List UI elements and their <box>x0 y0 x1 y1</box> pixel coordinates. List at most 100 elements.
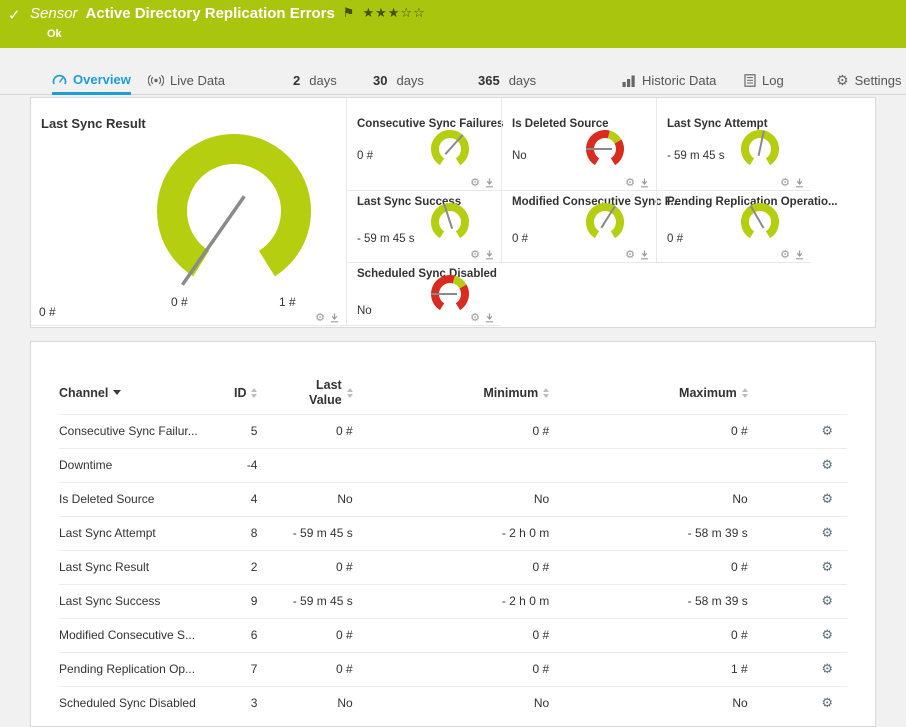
pin-icon[interactable] <box>640 250 649 260</box>
column-header-id[interactable]: ID <box>209 372 258 414</box>
gauge-cell-is-deleted-source[interactable]: Is Deleted Source No ⚙ <box>501 98 656 191</box>
table-row[interactable]: Pending Replication Op... 7 0 # 0 # 1 # … <box>59 651 847 686</box>
main-gauge-max-label: 1 # <box>279 295 296 309</box>
pin-icon[interactable] <box>795 250 804 260</box>
gear-icon[interactable]: ⚙ <box>470 249 480 260</box>
column-header-minimum[interactable]: Minimum <box>353 372 550 414</box>
cell-channel: Is Deleted Source <box>59 481 210 516</box>
cell-minimum: - 2 h 0 m <box>352 515 550 550</box>
column-header-last-value[interactable]: Last Value <box>257 372 353 414</box>
channel-settings-icon[interactable]: ⚙ <box>821 526 833 541</box>
column-header-maximum[interactable]: Maximum <box>549 372 748 414</box>
table-row[interactable]: Downtime -4 ⚙ <box>59 447 847 482</box>
pin-icon[interactable] <box>330 313 339 323</box>
channel-settings-icon[interactable]: ⚙ <box>821 662 833 677</box>
tab-live-data-label: Live Data <box>170 73 225 88</box>
tab-log[interactable]: Log <box>744 66 784 95</box>
priority-stars[interactable]: ★★★☆☆ <box>362 6 425 21</box>
cell-id: 4 <box>209 481 258 516</box>
gauge-cell-last-sync-success[interactable]: Last Sync Success - 59 m 45 s ⚙ <box>346 191 501 263</box>
gauge-cell-last-sync-result[interactable]: Last Sync Result 0 # 0 # 1 # ⚙ <box>31 98 346 326</box>
table-row[interactable]: Last Sync Success 9 - 59 m 45 s - 2 h 0 … <box>59 583 847 618</box>
pin-icon[interactable] <box>485 178 494 188</box>
gear-icon[interactable]: ⚙ <box>780 249 790 260</box>
gear-icon[interactable]: ⚙ <box>470 312 480 323</box>
gauge-cell-scheduled-sync-disabled[interactable]: Scheduled Sync Disabled No ⚙ <box>346 263 501 326</box>
sort-icon <box>251 387 258 398</box>
channel-settings-icon[interactable]: ⚙ <box>821 492 833 507</box>
cell-id: 8 <box>209 515 258 550</box>
flag-icon[interactable]: ⚑ <box>343 6 355 21</box>
column-header-channel[interactable]: Channel <box>59 372 209 414</box>
cell-id: 3 <box>209 685 258 720</box>
is-deleted-source-gauge <box>586 130 624 166</box>
tab-2-days[interactable]: 2 days <box>293 66 337 95</box>
tab-30-days[interactable]: 30 days <box>373 66 424 95</box>
tab-live-data[interactable]: Live Data <box>148 66 225 95</box>
channel-settings-icon[interactable]: ⚙ <box>821 424 833 439</box>
pin-icon[interactable] <box>795 178 804 188</box>
gauge-value: 0 # <box>512 233 528 245</box>
gear-icon[interactable]: ⚙ <box>625 177 635 188</box>
column-header-maximum-label: Maximum <box>679 385 737 400</box>
gauge-value: - 59 m 45 s <box>667 150 725 162</box>
tab-historic-data[interactable]: Historic Data <box>622 66 716 95</box>
table-row[interactable]: Is Deleted Source 4 No No No ⚙ <box>59 481 847 516</box>
table-row[interactable]: Modified Consecutive S... 6 0 # 0 # 0 # … <box>59 617 847 652</box>
tab-overview-label: Overview <box>73 71 131 87</box>
channel-settings-icon[interactable]: ⚙ <box>821 594 833 609</box>
scheduled-sync-disabled-gauge <box>431 275 469 311</box>
cell-last-value: 0 # <box>257 549 353 584</box>
cell-last-value: No <box>257 481 353 516</box>
tab-settings-label: Settings <box>854 73 902 88</box>
gear-icon[interactable]: ⚙ <box>315 312 325 323</box>
gear-icon[interactable]: ⚙ <box>780 177 790 188</box>
sensor-title: Active Directory Replication Errors <box>85 5 335 22</box>
cell-last-value: 0 # <box>257 413 353 448</box>
gauge-value: No <box>357 305 372 317</box>
overview-gauge-icon <box>52 74 67 84</box>
last-sync-success-gauge <box>431 203 469 239</box>
cell-channel: Downtime <box>59 447 210 482</box>
table-row[interactable]: Scheduled Sync Disabled 3 No No No ⚙ <box>59 685 847 720</box>
pin-icon[interactable] <box>485 250 494 260</box>
cell-maximum: - 58 m 39 s <box>549 583 748 618</box>
gauge-cell-last-sync-attempt[interactable]: Last Sync Attempt - 59 m 45 s ⚙ <box>656 98 811 191</box>
column-header-minimum-label: Minimum <box>483 385 539 400</box>
channel-settings-icon[interactable]: ⚙ <box>821 458 833 473</box>
pin-icon[interactable] <box>485 313 494 323</box>
cell-last-value: 0 # <box>257 617 353 652</box>
channel-settings-icon[interactable]: ⚙ <box>821 560 833 575</box>
cell-maximum: - 58 m 39 s <box>549 515 748 550</box>
table-row[interactable]: Last Sync Result 2 0 # 0 # 0 # ⚙ <box>59 549 847 584</box>
table-row[interactable]: Last Sync Attempt 8 - 59 m 45 s - 2 h 0 … <box>59 515 847 550</box>
pin-icon[interactable] <box>640 178 649 188</box>
cell-last-value: - 59 m 45 s <box>257 515 353 550</box>
gauge-cell-pending-replication-operations[interactable]: Pending Replication Operatio... 0 # ⚙ <box>656 191 838 263</box>
tab-365-days[interactable]: 365 days <box>478 66 536 95</box>
consecutive-sync-failures-gauge <box>431 130 469 166</box>
tab-2-days-number: 2 <box>293 73 301 88</box>
cell-minimum: 0 # <box>352 617 550 652</box>
cell-minimum: 0 # <box>352 651 550 686</box>
gauge-cell-modified-consecutive-sync-failures[interactable]: Modified Consecutive Sync F... 0 # ⚙ <box>501 191 680 263</box>
cell-minimum: No <box>352 481 550 516</box>
tab-settings[interactable]: ⚙ Settings <box>836 66 902 95</box>
cell-id: 7 <box>209 651 258 686</box>
cell-minimum: 0 # <box>352 413 550 448</box>
cell-channel: Modified Consecutive S... <box>59 617 210 652</box>
cell-last-value: No <box>257 685 353 720</box>
log-document-icon <box>744 74 756 87</box>
bar-chart-icon <box>622 75 635 87</box>
channel-settings-icon[interactable]: ⚙ <box>821 696 833 711</box>
table-row[interactable]: Consecutive Sync Failur... 5 0 # 0 # 0 #… <box>59 413 847 448</box>
last-sync-attempt-gauge <box>741 130 779 166</box>
gear-icon[interactable]: ⚙ <box>625 249 635 260</box>
tab-overview[interactable]: Overview <box>52 66 131 95</box>
gauge-value: 0 # <box>357 150 373 162</box>
broadcast-icon <box>148 74 164 87</box>
channel-settings-icon[interactable]: ⚙ <box>821 628 833 643</box>
gauge-cell-consecutive-sync-failures[interactable]: Consecutive Sync Failures 0 # ⚙ <box>346 98 503 191</box>
gear-icon[interactable]: ⚙ <box>470 177 480 188</box>
gauge-value: No <box>512 150 527 162</box>
